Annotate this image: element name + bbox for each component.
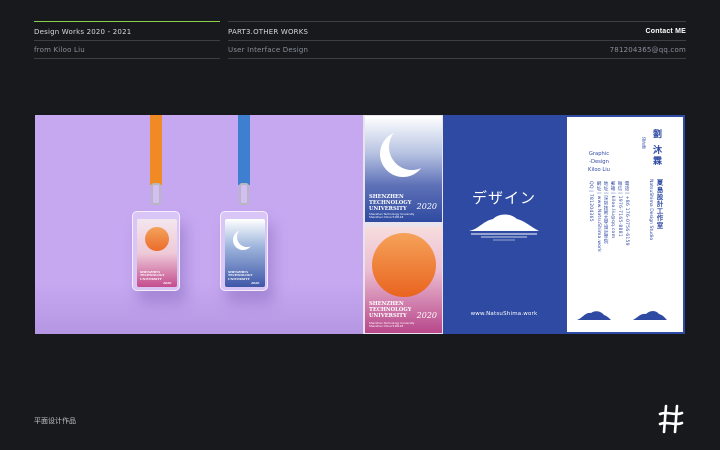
mountain-icon bbox=[633, 311, 667, 320]
brand-website: www.NatsuShima.work bbox=[470, 311, 538, 317]
badge-title: SHENZHEN TECHNOLOGY UNIVERSITY bbox=[228, 269, 253, 281]
card-info-line: 郵箱 | kiloo.liu@qq.com bbox=[610, 181, 615, 239]
card-role: Graphic -Design Kiloo Liu bbox=[588, 151, 610, 173]
id-card-sun: SHENZHEN TECHNOLOGY UNIVERSITY 2020 Shen… bbox=[365, 227, 442, 333]
badge-year: 2020 bbox=[251, 280, 260, 285]
studio-name-en: NatsuShima Design Studio bbox=[648, 179, 653, 241]
header-left-title: Design Works 2020 - 2021 bbox=[34, 28, 132, 36]
id-cards-panel: SHENZHEN TECHNOLOGY UNIVERSITY 2020 Shen… bbox=[363, 115, 443, 334]
header-divider-top bbox=[228, 21, 686, 22]
business-card-panel: 劉 沐霖 設計師 Graphic -Design Kiloo Liu 夏島設計工… bbox=[565, 115, 685, 334]
card-info-line: QQ | 781204365 bbox=[588, 181, 593, 222]
crescent-moon-icon bbox=[389, 124, 435, 170]
header-left-sub: from Kiloo Liu bbox=[34, 46, 85, 54]
hash-logo-icon bbox=[658, 404, 684, 434]
card-title: SHENZHEN TECHNOLOGY UNIVERSITY bbox=[369, 194, 412, 212]
crescent-moon-icon bbox=[237, 227, 257, 247]
card-year: 2020 bbox=[416, 311, 437, 320]
contact-email[interactable]: 781204365@qq.com bbox=[610, 46, 686, 54]
card-info-line: 電話 | +86 176-0756-6159 bbox=[624, 181, 629, 246]
badge-card-orange: SHENZHEN TECHNOLOGY UNIVERSITY 2020 bbox=[137, 219, 177, 287]
card-name: 劉 沐霖 bbox=[651, 129, 661, 168]
brand-panel: デザイン www.NatsuShima.work bbox=[443, 115, 565, 334]
lanyard-mockup: SHENZHEN TECHNOLOGY UNIVERSITY 2020 SHEN… bbox=[35, 115, 363, 334]
card-fine-print: Shenzhen Technology University Shenzhen … bbox=[369, 212, 415, 220]
header-divider-left-bottom bbox=[34, 58, 220, 59]
sun-circle-icon bbox=[145, 227, 169, 251]
mountain-icon bbox=[577, 311, 611, 320]
floor-shadow bbox=[35, 284, 363, 334]
showcase-image: SHENZHEN TECHNOLOGY UNIVERSITY 2020 SHEN… bbox=[35, 115, 685, 334]
blue-strap bbox=[238, 115, 250, 185]
card-info-line: 網址 | www.NatsuShima.work bbox=[596, 181, 601, 253]
header-divider-right-bottom bbox=[228, 58, 686, 59]
sun-circle-icon bbox=[372, 233, 436, 297]
business-card: 劉 沐霖 設計師 Graphic -Design Kiloo Liu 夏島設計工… bbox=[567, 117, 683, 332]
badge-year: 2020 bbox=[163, 280, 172, 285]
brand-katakana: デザイン bbox=[471, 189, 536, 207]
card-name-sub: 設計師 bbox=[642, 137, 647, 149]
lanyard-clip-right bbox=[239, 183, 249, 205]
header-divider-left bbox=[34, 40, 220, 41]
badge-holder-orange: SHENZHEN TECHNOLOGY UNIVERSITY 2020 bbox=[132, 211, 180, 291]
header-mid-title: PART3.OTHER WORKS bbox=[228, 28, 309, 36]
accent-line bbox=[34, 21, 220, 22]
header-divider-right bbox=[228, 40, 686, 41]
card-info-line: 微信 | 1976-7165-8881 bbox=[617, 181, 622, 237]
card-title: SHENZHEN TECHNOLOGY UNIVERSITY bbox=[369, 301, 412, 319]
page-header: Design Works 2020 - 2021 from Kiloo Liu … bbox=[0, 0, 720, 60]
studio-name-cn: 夏島設計工作室 bbox=[655, 179, 663, 229]
lanyard-clip-left bbox=[151, 183, 161, 205]
header-mid-sub: User Interface Design bbox=[228, 46, 309, 54]
contact-link[interactable]: Contact ME bbox=[646, 28, 687, 35]
card-fine-print: Shenzhen Technology University Shenzhen … bbox=[369, 321, 415, 329]
card-year: 2020 bbox=[416, 202, 437, 211]
badge-card-blue: SHENZHEN TECHNOLOGY UNIVERSITY 2020 bbox=[225, 219, 265, 287]
badge-holder-blue: SHENZHEN TECHNOLOGY UNIVERSITY 2020 bbox=[220, 211, 268, 291]
card-info-line: 地址 | 深圳技術大學設計學院 bbox=[603, 181, 608, 244]
id-card-moon: SHENZHEN TECHNOLOGY UNIVERSITY 2020 Shen… bbox=[365, 116, 442, 222]
orange-strap bbox=[150, 115, 162, 185]
badge-title: SHENZHEN TECHNOLOGY UNIVERSITY bbox=[140, 269, 165, 281]
island-icon bbox=[469, 214, 539, 241]
footer-label: 平面设计作品 bbox=[34, 417, 76, 425]
